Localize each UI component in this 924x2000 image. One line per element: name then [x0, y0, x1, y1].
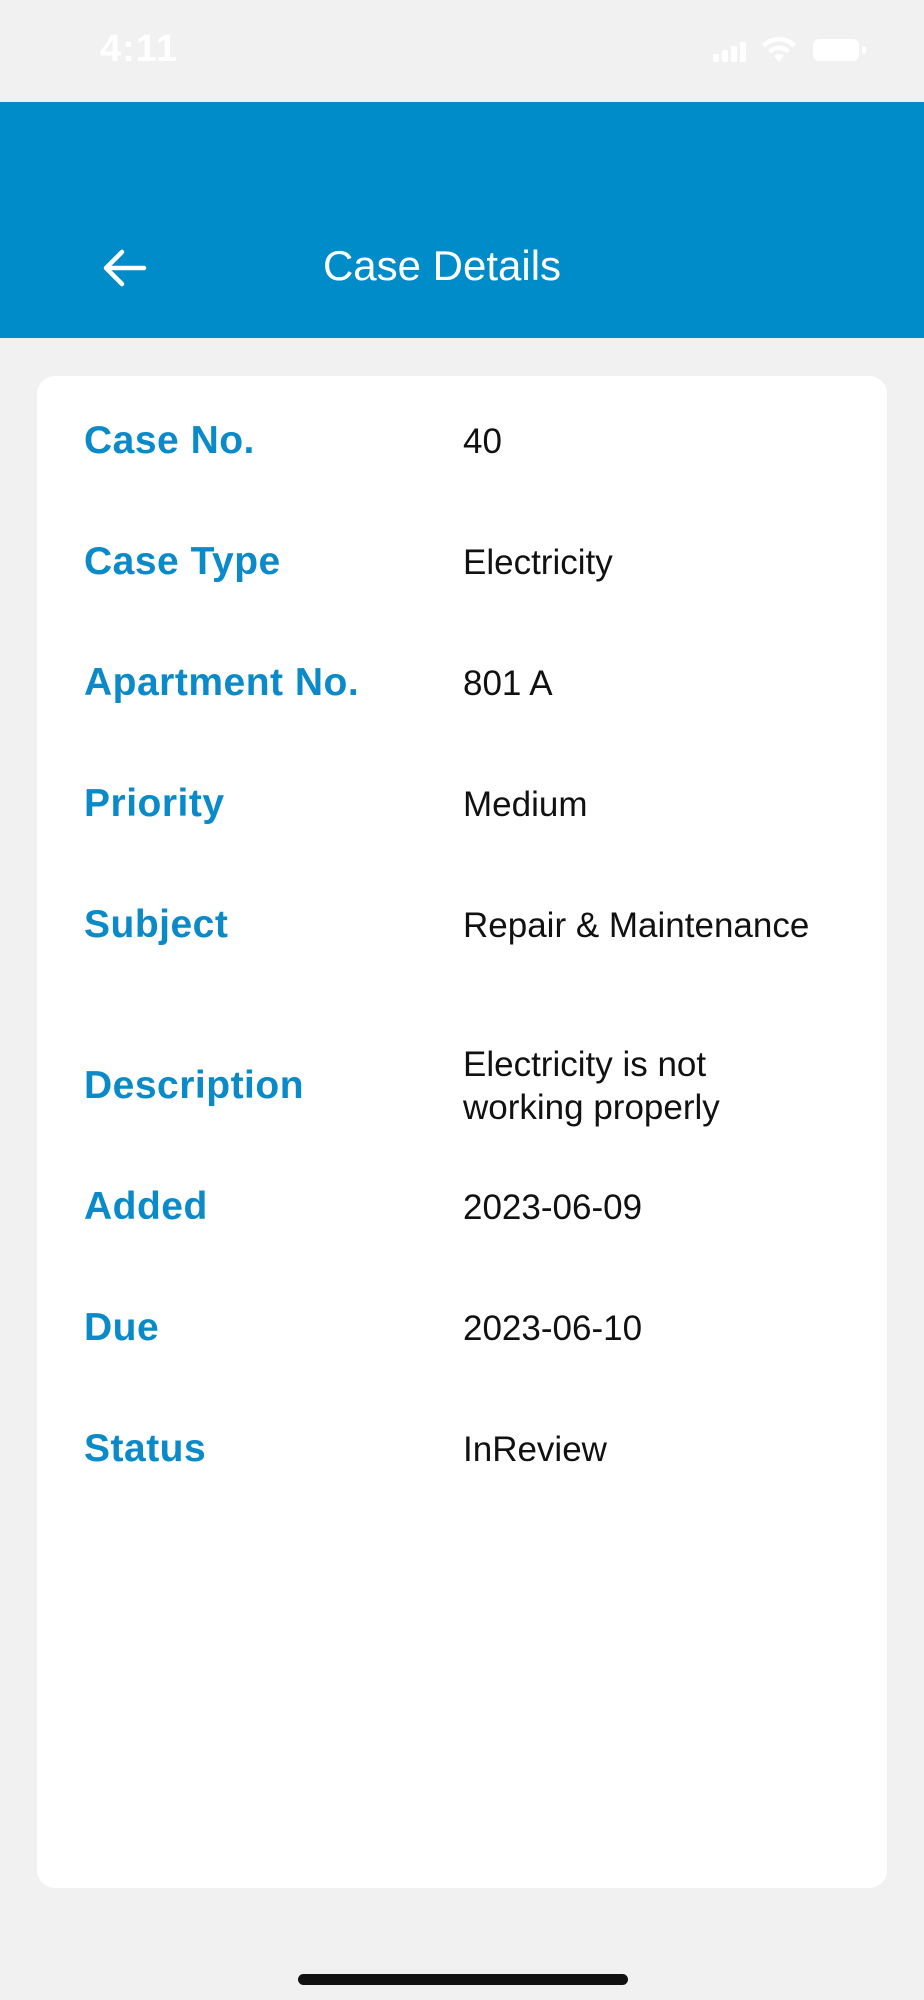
wifi-icon	[762, 36, 796, 62]
detail-row-added: Added 2023-06-09	[37, 1177, 887, 1237]
priority-label: Priority	[84, 782, 225, 825]
case-no-value: 40	[463, 421, 502, 461]
detail-row-priority: Priority Medium	[37, 774, 887, 834]
subject-value: Repair & Maintenance	[463, 905, 810, 945]
detail-row-description: Description Electricity is not working p…	[37, 1016, 887, 1156]
status-icons	[713, 36, 868, 64]
description-label: Description	[84, 1064, 305, 1107]
details-card: Case No. 40 Case Type Electricity Apartm…	[37, 376, 887, 1888]
cellular-signal-icon	[713, 38, 746, 62]
status-time: 4:11	[100, 28, 178, 70]
detail-row-apartment-no: Apartment No. 801 A	[37, 653, 887, 713]
case-type-value: Electricity	[463, 542, 613, 582]
subject-label: Subject	[84, 903, 229, 946]
status-value: InReview	[463, 1429, 607, 1469]
due-label: Due	[84, 1306, 160, 1349]
detail-row-subject: Subject Repair & Maintenance	[37, 895, 887, 955]
due-value: 2023-06-10	[463, 1308, 643, 1348]
battery-icon	[813, 39, 866, 61]
case-no-label: Case No.	[84, 419, 255, 462]
added-label: Added	[84, 1185, 208, 1228]
apartment-no-value: 801 A	[463, 663, 553, 703]
added-value: 2023-06-09	[463, 1187, 643, 1227]
status-label: Status	[84, 1427, 207, 1470]
detail-row-case-type: Case Type Electricity	[37, 532, 887, 592]
page-title: Case Details	[322, 242, 562, 289]
home-indicator[interactable]	[298, 1974, 628, 1985]
apartment-no-label: Apartment No.	[84, 661, 360, 704]
detail-row-status: Status InReview	[37, 1419, 887, 1479]
priority-value: Medium	[463, 784, 588, 824]
detail-row-case-no: Case No. 40	[37, 411, 887, 471]
case-type-label: Case Type	[84, 540, 281, 583]
detail-row-due: Due 2023-06-10	[37, 1298, 887, 1358]
description-value: Electricity is not working properly	[463, 1045, 720, 1127]
status-bar: 4:11	[0, 0, 924, 102]
